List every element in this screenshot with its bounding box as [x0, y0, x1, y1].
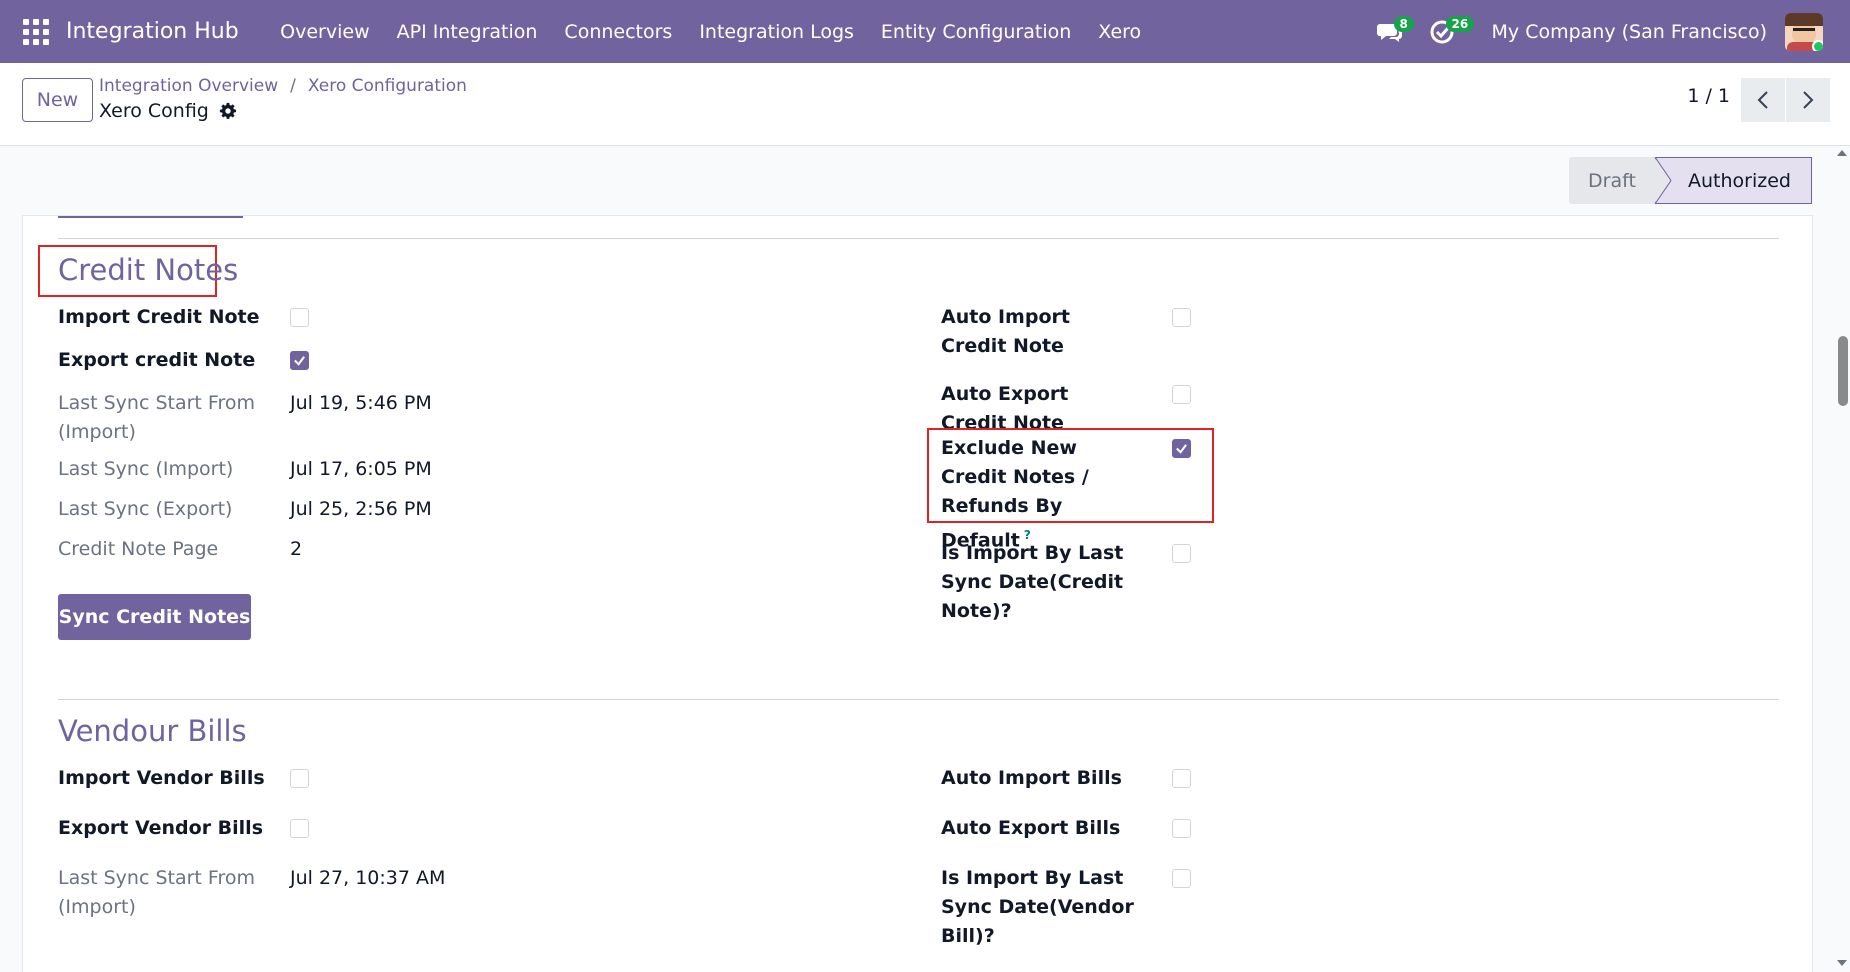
vertical-scrollbar[interactable]	[1835, 146, 1850, 972]
import-by-last-sync-vendor-bill-label: Is Import By Last Sync Date(Vendor Bill)…	[941, 867, 1134, 947]
activities-badge: 26	[1445, 15, 1475, 32]
vendor-last-sync-start-import-value[interactable]: Jul 27, 10:37 AM	[290, 864, 445, 893]
menu-item-connectors[interactable]: Connectors	[551, 21, 686, 43]
scrollbar-thumb[interactable]	[1838, 336, 1848, 406]
menu-item-overview[interactable]: Overview	[267, 21, 383, 43]
scroll-up-arrow-icon[interactable]	[1837, 150, 1847, 156]
credit-note-page-label: Credit Note Page	[58, 538, 219, 560]
exclude-new-credit-notes-label: Exclude New Credit Notes / Refunds By De…	[941, 437, 1089, 552]
messages-button[interactable]: 8	[1370, 12, 1414, 52]
last-sync-import-value[interactable]: Jul 17, 6:05 PM	[290, 455, 432, 484]
auto-import-bills-label: Auto Import Bills	[941, 767, 1122, 789]
vendor-last-sync-start-import-label: Last Sync Start From (Import)	[58, 867, 255, 918]
import-by-last-sync-vendor-bill-checkbox[interactable]	[1172, 869, 1191, 888]
pager-value: 1 / 1	[1687, 85, 1730, 107]
last-sync-import-label: Last Sync (Import)	[58, 458, 234, 480]
record-title-row: Xero Config	[99, 100, 237, 122]
apps-menu-icon[interactable]	[23, 18, 49, 45]
status-bar: Draft Authorized	[0, 146, 1835, 215]
chevron-left-icon	[1757, 91, 1768, 109]
new-button[interactable]: New	[22, 78, 93, 122]
messages-badge: 8	[1393, 15, 1414, 32]
checkmark-icon	[1176, 444, 1187, 454]
export-credit-note-checkbox[interactable]	[290, 351, 309, 370]
stage-arrow-separator	[1654, 157, 1672, 204]
credit-notes-title: Credit Notes	[58, 253, 239, 287]
export-vendor-bills-checkbox[interactable]	[290, 819, 309, 838]
section-divider	[58, 699, 1779, 700]
record-title: Xero Config	[99, 100, 209, 122]
sync-credit-notes-button[interactable]: Sync Credit Notes	[58, 594, 251, 640]
pager-previous-button[interactable]	[1741, 78, 1785, 122]
breadcrumb-separator: /	[290, 76, 296, 96]
chevron-right-icon	[1803, 91, 1814, 109]
section-divider	[58, 238, 1779, 239]
menu-item-api-integration[interactable]: API Integration	[383, 21, 551, 43]
menu-item-xero[interactable]: Xero	[1085, 21, 1155, 43]
last-sync-start-import-value[interactable]: Jul 19, 5:46 PM	[290, 389, 432, 418]
control-panel: New Integration Overview / Xero Configur…	[0, 63, 1850, 146]
import-vendor-bills-label: Import Vendor Bills	[58, 767, 265, 789]
breadcrumb: Integration Overview / Xero Configuratio…	[99, 76, 467, 96]
last-sync-export-value[interactable]: Jul 25, 2:56 PM	[290, 495, 432, 524]
credit-note-page-value[interactable]: 2	[290, 535, 302, 564]
auto-export-credit-note-checkbox[interactable]	[1172, 385, 1191, 404]
stage-authorized[interactable]: Authorized	[1655, 157, 1812, 204]
last-sync-start-import-label: Last Sync Start From (Import)	[58, 392, 255, 443]
import-credit-note-checkbox[interactable]	[290, 308, 309, 327]
app-brand[interactable]: Integration Hub	[66, 19, 239, 44]
exclude-new-credit-notes-checkbox[interactable]	[1172, 439, 1191, 458]
auto-import-credit-note-label: Auto Import Credit Note	[941, 306, 1070, 357]
import-vendor-bills-checkbox[interactable]	[290, 769, 309, 788]
breadcrumb-integration-overview[interactable]: Integration Overview	[99, 76, 278, 96]
user-avatar[interactable]	[1785, 12, 1823, 51]
stage-draft[interactable]: Draft	[1569, 157, 1655, 204]
export-vendor-bills-label: Export Vendor Bills	[58, 817, 264, 839]
scroll-down-arrow-icon[interactable]	[1837, 960, 1847, 966]
previous-section-button-edge	[58, 216, 243, 218]
auto-import-credit-note-checkbox[interactable]	[1172, 308, 1191, 327]
breadcrumb-xero-configuration[interactable]: Xero Configuration	[308, 76, 467, 96]
form-view: Draft Authorized Credit Notes Import Cre…	[0, 146, 1835, 972]
menu-item-integration-logs[interactable]: Integration Logs	[686, 21, 868, 43]
main-menu: Overview API Integration Connectors Inte…	[267, 21, 1155, 43]
menu-item-entity-configuration[interactable]: Entity Configuration	[867, 21, 1084, 43]
form-sheet: Credit Notes Import Credit Note Export c…	[22, 215, 1813, 972]
import-by-last-sync-credit-note-checkbox[interactable]	[1172, 544, 1191, 563]
online-status-icon	[1812, 39, 1823, 51]
navbar-systray: 8 26 My Company (San Francisco)	[1370, 0, 1850, 63]
checkmark-icon	[294, 356, 305, 366]
export-credit-note-label: Export credit Note	[58, 349, 256, 371]
auto-import-bills-checkbox[interactable]	[1172, 769, 1191, 788]
gear-icon[interactable]	[219, 102, 237, 120]
auto-export-bills-label: Auto Export Bills	[941, 817, 1121, 839]
company-switcher[interactable]: My Company (San Francisco)	[1492, 21, 1767, 43]
import-by-last-sync-credit-note-label: Is Import By Last Sync Date(Credit Note)…	[941, 542, 1124, 622]
auto-export-bills-checkbox[interactable]	[1172, 819, 1191, 838]
last-sync-export-label: Last Sync (Export)	[58, 498, 233, 520]
top-navbar: Integration Hub Overview API Integration…	[0, 0, 1850, 63]
pager-next-button[interactable]	[1786, 78, 1830, 122]
import-credit-note-label: Import Credit Note	[58, 306, 260, 328]
pager-buttons	[1741, 78, 1830, 122]
vendor-bills-title: Vendour Bills	[58, 714, 247, 748]
activities-button[interactable]: 26	[1422, 12, 1475, 52]
